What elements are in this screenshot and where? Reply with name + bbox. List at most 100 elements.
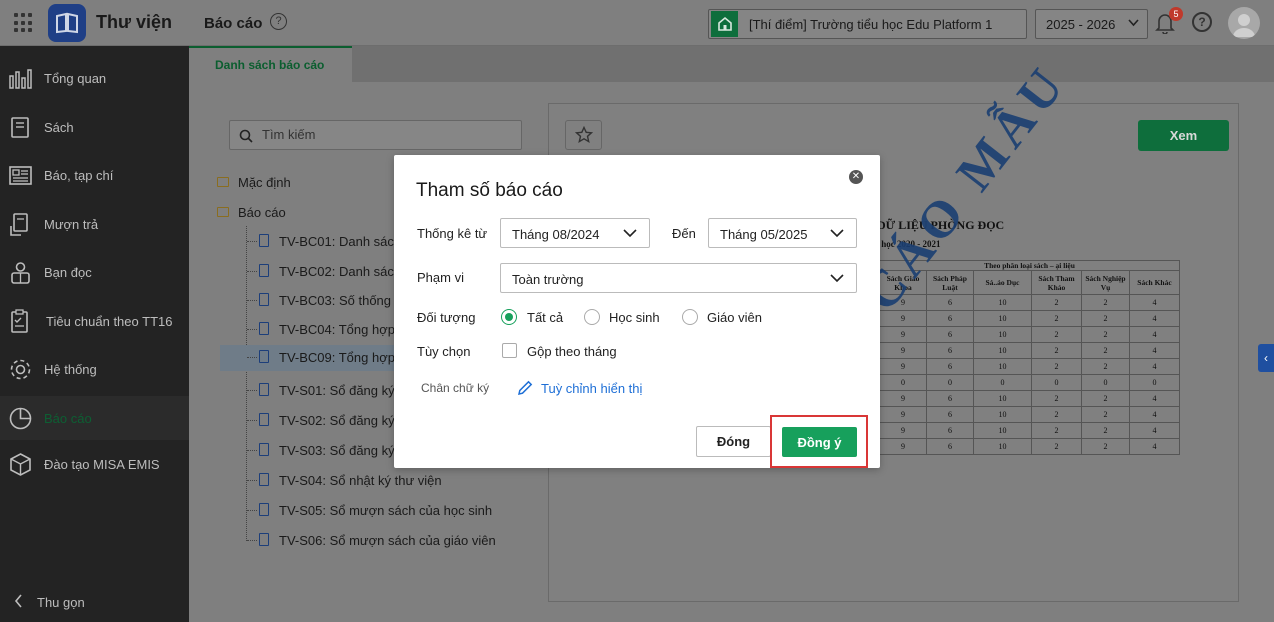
report-table-cell: 0 (879, 374, 927, 391)
report-table-cell: 0 (926, 374, 974, 391)
search-input[interactable] (262, 127, 512, 142)
tree-item-label: TV-BC01: Danh sách (279, 234, 402, 249)
report-table-cell: 4 (1129, 294, 1180, 311)
radio-students[interactable] (584, 309, 600, 325)
report-table-cell: 2 (1081, 438, 1130, 455)
sidebar-item-overview[interactable]: Tổng quan (0, 56, 189, 100)
report-table-cell: 6 (926, 438, 974, 455)
sidebar-item-label: Mượn trả (44, 216, 99, 232)
report-table-cell: 10 (973, 390, 1032, 407)
report-table-cell: 2 (1031, 390, 1082, 407)
sidebar-item-label: Hệ thống (44, 361, 97, 377)
report-table-row: 000000 (879, 374, 1180, 391)
report-table-cell: 4 (1129, 358, 1180, 375)
sidebar: Tổng quan Sách Báo, tạp chí Mượn trả Bạn… (0, 46, 189, 622)
to-label: Đến (672, 226, 696, 241)
school-year-select[interactable]: 2025 - 2026 (1035, 9, 1148, 39)
close-icon[interactable]: ✕ (849, 170, 863, 184)
group-by-month-checkbox[interactable] (502, 343, 517, 358)
tree-item-label: TV-BC03: Số thống (279, 293, 392, 308)
from-month-select[interactable]: Tháng 08/2024 (500, 218, 650, 248)
sidebar-item-tt16-standards[interactable]: Tiêu chuẩn theo TT16 (0, 299, 189, 343)
question-circle-icon[interactable]: ? (270, 13, 287, 30)
standard-document-icon (11, 309, 28, 333)
sidebar-item-borrow-return[interactable]: Mượn trả (0, 202, 189, 246)
report-table-cell: 9 (879, 422, 927, 439)
sidebar-item-books[interactable]: Sách (0, 105, 189, 149)
to-month-select[interactable]: Tháng 05/2025 (708, 218, 857, 248)
report-table-cell: 10 (973, 326, 1032, 343)
sidebar-item-label: Tiêu chuẩn theo TT16 (46, 313, 173, 329)
report-table-cell: 4 (1129, 326, 1180, 343)
tree-item-label: TV-BC02: Danh sách (279, 264, 402, 279)
top-bar: Thư viện Báo cáo ? [Thí điểm] Trường tiể… (0, 0, 1274, 46)
report-table-cell: 2 (1081, 422, 1130, 439)
tree-item-label: TV-S06: Sổ mượn sách của giáo viên (279, 533, 496, 548)
sidebar-item-reports[interactable]: Báo cáo (0, 396, 189, 440)
scope-label: Phạm vi (417, 270, 464, 285)
radio-all[interactable] (501, 309, 517, 325)
tree-item-tv-s04[interactable]: TV-S04: Sổ nhật ký thư viện (247, 468, 552, 494)
sidebar-item-misa-training[interactable]: Đào tạo MISA EMIS (0, 442, 189, 486)
report-table-cell: 10 (973, 342, 1032, 359)
report-table-cell: 0 (1081, 374, 1130, 391)
folder-icon (217, 207, 229, 217)
report-table-row: 9 6 10 2 2 4 (879, 326, 1180, 343)
tree-item-label: TV-S03: Sổ đăng ký (279, 443, 395, 458)
report-table-cell: 2 (1031, 406, 1082, 423)
document-icon (259, 503, 269, 516)
report-table-cell: 2 (1081, 406, 1130, 423)
report-table-cell: 9 (879, 390, 927, 407)
tree-item-tv-s05[interactable]: TV-S05: Sổ mượn sách của học sinh (247, 498, 552, 524)
cube-icon (10, 453, 31, 476)
report-table-cell: 9 (879, 358, 927, 375)
report-table-row: 9 6 10 2 2 4 (879, 438, 1180, 455)
app-root: Thư viện Báo cáo ? [Thí điểm] Trường tiể… (0, 0, 1274, 622)
report-table-row: 9 6 10 2 2 4 (879, 390, 1180, 407)
notification-badge: 5 (1169, 7, 1183, 21)
customize-display-label: Tuỳ chỉnh hiển thị (541, 381, 643, 396)
report-table-cell: 2 (1081, 342, 1130, 359)
scope-value: Toàn trường (512, 272, 584, 287)
sidebar-item-newspapers[interactable]: Báo, tạp chí (0, 153, 189, 197)
app-grid-icon[interactable] (14, 13, 34, 33)
star-icon (574, 126, 593, 144)
report-table-row: 9 6 10 2 2 4 (879, 294, 1180, 311)
scope-select[interactable]: Toàn trường (500, 263, 857, 293)
sidebar-item-label: Báo, tạp chí (44, 167, 114, 183)
favorite-button[interactable] (565, 120, 602, 150)
document-icon (259, 533, 269, 546)
sidebar-item-system[interactable]: Hệ thống (0, 347, 189, 391)
expand-panel-button[interactable]: ‹ (1258, 344, 1274, 372)
collapse-sidebar-button[interactable]: Thu gọn (14, 594, 85, 611)
tab-report-list[interactable]: Danh sách báo cáo (189, 46, 352, 82)
tab-bar: Danh sách báo cáo (189, 46, 1274, 82)
view-button[interactable]: Xem (1138, 120, 1229, 151)
report-table-cell: 9 (879, 438, 927, 455)
chevron-down-icon (830, 229, 844, 238)
close-button[interactable]: Đóng (696, 426, 771, 457)
report-table-cell: 2 (1081, 358, 1130, 375)
report-table-cell: 4 (1129, 438, 1180, 455)
search-box (229, 120, 522, 150)
sidebar-item-label: Báo cáo (44, 410, 92, 426)
collapse-label: Thu gọn (37, 595, 85, 610)
sidebar-item-readers[interactable]: Bạn đọc (0, 250, 189, 294)
annotation-highlight-box (770, 415, 868, 468)
tree-item-label: TV-BC04: Tổng hợp (279, 322, 395, 337)
avatar[interactable] (1228, 7, 1260, 39)
radio-all-label: Tất cả (527, 310, 564, 325)
chevron-down-icon (830, 274, 844, 283)
school-selector[interactable]: [Thí điểm] Trường tiểu học Edu Platform … (708, 9, 1027, 39)
radio-teachers[interactable] (682, 309, 698, 325)
to-month-value: Tháng 05/2025 (720, 227, 808, 242)
sidebar-item-label: Sách (44, 119, 74, 135)
bar-chart-icon (9, 69, 32, 89)
report-table-cell: 2 (1031, 310, 1082, 327)
from-month-value: Tháng 08/2024 (512, 227, 600, 242)
report-table-cell: 9 (879, 406, 927, 423)
tree-item-tv-s06[interactable]: TV-S06: Sổ mượn sách của giáo viên (247, 528, 552, 554)
help-icon[interactable]: ? (1192, 12, 1212, 32)
report-table-cell: 6 (926, 358, 974, 375)
from-label: Thống kê từ (417, 226, 488, 241)
